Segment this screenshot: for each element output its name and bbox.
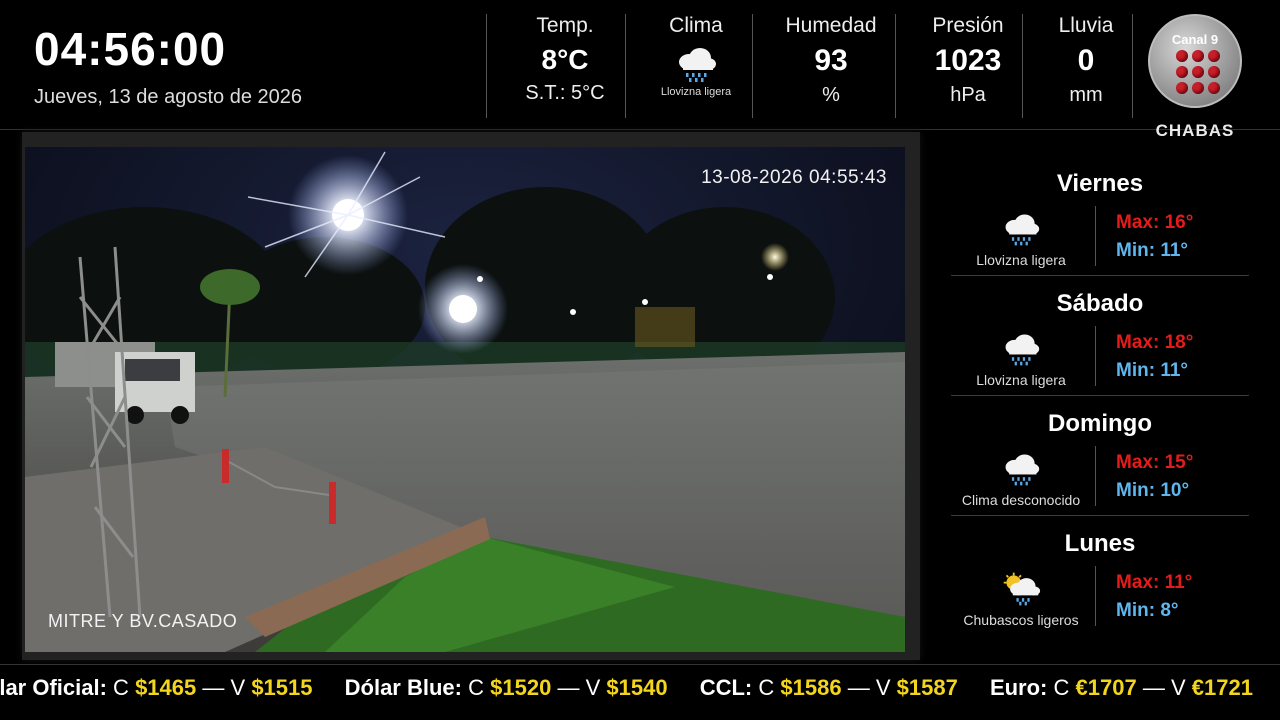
logo-dots-icon [1176, 50, 1220, 94]
brand-name: CHABAS [1155, 121, 1235, 140]
header-bar: 04:56:00 Jueves, 13 de agosto de 2026 Te… [0, 0, 1280, 140]
forecast-condition: Llovizna ligera [976, 372, 1066, 388]
channel-logo: Canal 9 [1148, 14, 1242, 108]
forecast-max: Max: 16° [1116, 212, 1194, 233]
divider [1095, 446, 1096, 506]
ticker-sell-letter: V [585, 675, 601, 700]
clima-stat: Clima Llovizna ligera [632, 12, 760, 118]
rain-stat: Lluvia 0 mm [1030, 12, 1142, 118]
divider [1095, 326, 1096, 386]
camera-location: MITRE Y BV.CASADO [48, 611, 238, 631]
ticker-sell-letter: V [875, 675, 891, 700]
clock: 04:56:00 [34, 23, 227, 75]
temp-value: 8°C [541, 44, 589, 75]
ticker-item: Dólar Oficial: C $1465 — V $1515 [0, 675, 313, 701]
humidity-label: Humedad [785, 14, 877, 37]
logo-title: Canal 9 [1171, 32, 1219, 47]
ticker-item: Euro: C €1707 — V €1721 [990, 675, 1253, 701]
humidity-value: 93 [814, 44, 848, 77]
forecast-day: Sábado Llovizna ligera Max: 18° Min: 11° [951, 276, 1249, 396]
clima-text: Llovizna ligera [660, 86, 732, 98]
ticker-track: Dólar Oficial: C $1465 — V $1515 Dólar B… [0, 675, 1279, 701]
ticker-sell: $1587 [896, 675, 958, 700]
forecast-condition: Chubascos ligeros [963, 612, 1079, 628]
forecast-day-name: Viernes [1056, 170, 1144, 197]
ticker-dash: — [847, 675, 870, 700]
forecast-min: Min: 11° [1116, 240, 1189, 261]
ticker-name: CCL: [699, 675, 753, 700]
camera-timestamp: 13-08-2026 04:55:43 [701, 167, 887, 188]
ticker-sell: $1540 [606, 675, 668, 700]
ticker-dash: — [202, 675, 225, 700]
ticker-dash: — [1142, 675, 1165, 700]
pressure-label: Presión [932, 14, 1004, 37]
divider [895, 14, 896, 118]
forecast-max: Max: 15° [1116, 452, 1194, 473]
ticker-buy-letter: C [1053, 675, 1070, 700]
ticker-sell: $1515 [251, 675, 313, 700]
ticker-buy-letter: C [113, 675, 129, 700]
ticker-item: Dólar Blue: C $1520 — V $1540 [345, 675, 668, 701]
rain-unit: mm [1069, 84, 1103, 106]
forecast-min: Min: 11° [1116, 360, 1189, 381]
ticker-buy: $1520 [490, 675, 552, 700]
forecast-max: Max: 18° [1116, 332, 1194, 353]
ticker-sell: €1721 [1191, 675, 1253, 700]
rain-cloud-icon [1005, 454, 1040, 486]
ticker-dash: — [557, 675, 580, 700]
humidity-unit: % [822, 84, 840, 106]
divider [1022, 14, 1023, 118]
humidity-stat: Humedad 93 % [766, 12, 896, 118]
pressure-unit: hPa [950, 84, 986, 106]
ticker-buy: $1465 [135, 675, 197, 700]
camera-view: 13-08-2026 04:55:43 MITRE Y BV.CASADO [25, 147, 905, 652]
divider [486, 14, 487, 118]
temp-stat: Temp. 8°C S.T.: 5°C [500, 12, 630, 118]
sun-rain-cloud-icon [1003, 572, 1041, 606]
divider [1095, 566, 1096, 626]
ticker-item: CCL: C $1586 — V $1587 [700, 675, 958, 701]
forecast-day-name: Lunes [1064, 530, 1136, 557]
ticker-sell-letter: V [1170, 675, 1186, 700]
rain-cloud-icon [1005, 334, 1040, 366]
ticker-sell-letter: V [230, 675, 246, 700]
temp-label: Temp. [536, 14, 594, 37]
pressure-value: 1023 [934, 44, 1002, 77]
forecast-min: Min: 10° [1116, 480, 1190, 501]
forecast-min: Min: 8° [1116, 600, 1179, 621]
feels-like: S.T.: 5°C [525, 82, 605, 104]
forecast-day: Viernes Llovizna ligera Max: 16° Min: 11… [951, 156, 1249, 276]
forecast-day: Domingo Clima desconocido Max: 15° Min: … [951, 396, 1249, 516]
divider [1132, 14, 1133, 118]
ticker-name: Euro: [989, 675, 1048, 700]
ticker-buy-letter: C [468, 675, 484, 700]
camera-scene [25, 147, 905, 652]
divider [1095, 206, 1096, 266]
rain-value: 0 [1077, 44, 1095, 77]
forecast-day: Lunes Chubascos ligeros Max: 11° Min: 8° [951, 516, 1249, 636]
ticker-buy-letter: C [758, 675, 775, 700]
forecast-condition: Clima desconocido [961, 492, 1081, 508]
divider [625, 14, 626, 118]
forecast-day-name: Domingo [1048, 410, 1152, 437]
pressure-stat: Presión 1023 hPa [904, 12, 1032, 118]
currency-ticker: Dólar Oficial: C $1465 — V $1515 Dólar B… [0, 664, 1280, 720]
date-text: Jueves, 13 de agosto de 2026 [34, 86, 302, 108]
divider [752, 14, 753, 118]
clima-label: Clima [669, 14, 723, 37]
rain-cloud-icon [1005, 214, 1040, 246]
ticker-name: Dólar Oficial: [0, 675, 107, 700]
forecast-day-name: Sábado [1056, 290, 1144, 317]
forecast-condition: Llovizna ligera [976, 252, 1066, 268]
rain-label: Lluvia [1058, 14, 1114, 37]
rain-cloud-icon [679, 48, 716, 82]
ticker-name: Dólar Blue: [344, 675, 462, 700]
ticker-buy: €1707 [1075, 675, 1137, 700]
ticker-buy: $1586 [780, 675, 842, 700]
forecast-max: Max: 11° [1116, 572, 1193, 593]
